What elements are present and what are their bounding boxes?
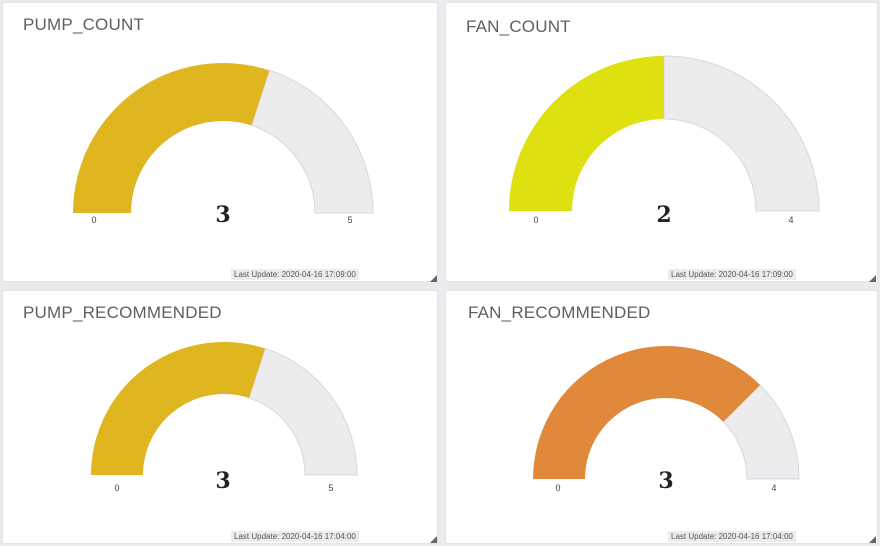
gauge-chart [91, 342, 358, 476]
gauge-max-label: 4 [788, 215, 794, 225]
gauge-max-label: 5 [347, 215, 353, 225]
gauge-value: 3 [215, 468, 231, 494]
gauge-min-label: 0 [114, 483, 120, 493]
gauge-max-label: 5 [328, 483, 334, 493]
gauge-chart [533, 346, 800, 480]
gauge-chart [509, 55, 820, 212]
panel-title: PUMP_RECOMMENDED [23, 303, 222, 322]
resize-grip-icon[interactable] [869, 275, 876, 282]
gauge-track [250, 69, 374, 214]
resize-grip-icon[interactable] [430, 275, 437, 282]
gauge-panel-pump-count[interactable]: PUMP_COUNT 0 3 5 Last Update: 2020-04-16… [2, 2, 438, 282]
panel-title: FAN_RECOMMENDED [468, 303, 651, 322]
gauge-min-label: 0 [533, 215, 539, 225]
panel-title: FAN_COUNT [466, 17, 571, 36]
gauge-max-label: 4 [771, 483, 777, 493]
gauge-panel-pump-recommended[interactable]: PUMP_RECOMMENDED 0 3 5 Last Update: 2020… [2, 290, 438, 544]
gauge-min-label: 0 [91, 215, 97, 225]
last-update-label: Last Update: 2020-04-16 17:04:00 [231, 531, 359, 542]
last-update-label: Last Update: 2020-04-16 17:04:00 [668, 531, 796, 542]
gauge-track [248, 347, 358, 476]
gauge-value: 3 [215, 202, 231, 228]
resize-grip-icon[interactable] [430, 536, 437, 543]
resize-grip-icon[interactable] [869, 536, 876, 543]
gauge-panel-fan-count[interactable]: FAN_COUNT 0 2 4 Last Update: 2020-04-16 … [445, 2, 878, 282]
panel-title: PUMP_COUNT [23, 15, 145, 34]
gauge-value: 2 [656, 202, 672, 228]
gauge-min-label: 0 [555, 483, 561, 493]
gauge-value: 3 [658, 468, 674, 494]
gauge-chart [73, 62, 374, 214]
gauge-panel-fan-recommended[interactable]: FAN_RECOMMENDED 0 3 4 Last Update: 2020-… [445, 290, 878, 544]
last-update-label: Last Update: 2020-04-16 17:09:00 [668, 269, 796, 280]
last-update-label: Last Update: 2020-04-16 17:09:00 [231, 269, 359, 280]
gauge-fill [509, 56, 664, 211]
gauge-fill [533, 346, 761, 479]
gauge-track [663, 55, 820, 212]
gauge-fill [91, 342, 266, 475]
gauge-fill [73, 62, 270, 213]
